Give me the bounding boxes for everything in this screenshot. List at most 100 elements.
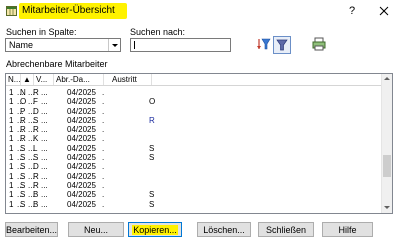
truncation-ellipsis: ... [17, 106, 24, 116]
list-item[interactable]: 1 S D 04/2025.......... [6, 162, 382, 171]
truncation-ellipsis: ... [41, 134, 48, 144]
cell-austritt: S [149, 190, 155, 200]
cell-nr: 1 [9, 115, 14, 125]
list-header: N... ▲ V... Abr.-Da... Austritt [6, 74, 382, 86]
truncation-ellipsis: ... [41, 153, 48, 163]
truncation-ellipsis: . [102, 134, 105, 144]
print-button[interactable] [312, 37, 326, 51]
cell-nr: 1 [9, 97, 14, 107]
truncation-ellipsis: . [102, 88, 105, 97]
search-column-label: Suchen in Spalte: [6, 27, 77, 37]
truncation-ellipsis: ... [41, 162, 48, 172]
truncation-ellipsis: ... [28, 125, 35, 135]
delete-button[interactable]: Löschen... [197, 222, 251, 237]
printer-icon [312, 37, 326, 51]
edit-button[interactable]: Bearbeiten... [5, 222, 58, 237]
truncation-ellipsis: ... [41, 143, 48, 153]
list-item[interactable]: 1 S B 04/2025 S.......... [6, 200, 382, 209]
cell-austritt: S [149, 143, 155, 153]
copy-button[interactable]: Kopieren... [128, 222, 182, 237]
list-item[interactable]: 1 S R 04/2025.......... [6, 172, 382, 181]
cell-abrechnungsdatum: 04/2025 [67, 88, 96, 97]
list-item[interactable]: 1 R S 04/2025 R.......... [6, 116, 382, 125]
truncation-ellipsis: ... [28, 180, 35, 190]
cell-nr: 1 [9, 125, 14, 135]
list-item[interactable]: 1 R K 04/2025.......... [6, 134, 382, 143]
list-caption: Abrechenbare Mitarbeiter [6, 59, 108, 69]
truncation-ellipsis: ... [28, 97, 35, 107]
truncation-ellipsis: . [102, 199, 105, 209]
close-window-button[interactable] [376, 3, 392, 19]
cell-nr: 1 [9, 134, 14, 144]
truncation-ellipsis: ... [28, 153, 35, 163]
cell-abrechnungsdatum: 04/2025 [67, 125, 96, 135]
truncation-ellipsis: ... [41, 199, 48, 209]
help-button[interactable]: Hilfe [322, 222, 373, 237]
column-header-abrechnungsdatum[interactable]: Abr.-Da... [54, 74, 104, 85]
truncation-ellipsis: ... [17, 88, 24, 97]
truncation-ellipsis: ... [17, 115, 24, 125]
table-window-icon [6, 6, 17, 16]
cell-nr: 1 [9, 162, 14, 172]
chevron-down-icon[interactable] [108, 39, 120, 51]
truncation-ellipsis: . [102, 190, 105, 200]
scroll-down-icon[interactable] [382, 203, 392, 213]
truncation-ellipsis: . [102, 180, 105, 190]
truncation-ellipsis: ... [41, 106, 48, 116]
truncation-ellipsis: ... [28, 134, 35, 144]
list-item[interactable]: 1 S B 04/2025 S.......... [6, 190, 382, 199]
list-item[interactable]: 1 P D 04/2025.......... [6, 107, 382, 116]
cell-abrechnungsdatum: 04/2025 [67, 143, 96, 153]
copy-button-label: Kopieren... [132, 225, 178, 235]
truncation-ellipsis: ... [17, 125, 24, 135]
list-item[interactable]: 1 S R 04/2025.......... [6, 181, 382, 190]
cell-abrechnungsdatum: 04/2025 [67, 199, 96, 209]
list-item[interactable]: 1 R R 04/2025.......... [6, 125, 382, 134]
list-item[interactable]: 1 S S 04/2025 S.......... [6, 153, 382, 162]
search-column-select[interactable]: Name [5, 38, 121, 52]
cell-austritt: S [149, 153, 155, 163]
new-button[interactable]: Neu... [68, 222, 124, 237]
sort-ascending-icon[interactable]: ▲ [21, 74, 34, 85]
list-item[interactable]: 1 N R 04/2025.......... [6, 88, 382, 97]
truncation-ellipsis: ... [28, 162, 35, 172]
truncation-ellipsis: . [102, 143, 105, 153]
truncation-ellipsis: ... [28, 143, 35, 153]
truncation-ellipsis: ... [41, 88, 48, 97]
truncation-ellipsis: ... [17, 180, 24, 190]
cell-abrechnungsdatum: 04/2025 [67, 134, 96, 144]
cell-austritt: O [149, 97, 156, 107]
scroll-up-icon[interactable] [382, 74, 392, 84]
cell-nr: 1 [9, 171, 14, 181]
close-button[interactable]: Schließen [258, 222, 314, 237]
sort-filter-button[interactable] [257, 37, 271, 51]
column-header-austritt[interactable]: Austritt [104, 74, 152, 85]
truncation-ellipsis: ... [41, 115, 48, 125]
cell-nr: 1 [9, 199, 14, 209]
truncation-ellipsis: . [102, 125, 105, 135]
help-title-button[interactable]: ? [344, 3, 360, 19]
truncation-ellipsis: ... [17, 134, 24, 144]
list-item[interactable]: 1 O F 04/2025 O.......... [6, 97, 382, 106]
cell-abrechnungsdatum: 04/2025 [67, 153, 96, 163]
truncation-ellipsis: . [102, 153, 105, 163]
cell-nr: 1 [9, 106, 14, 116]
column-header-nr[interactable]: N... [6, 74, 21, 85]
truncation-ellipsis: ... [28, 88, 35, 97]
list-item[interactable]: 1 S L 04/2025 S.......... [6, 144, 382, 153]
cell-austritt: S [149, 199, 155, 209]
truncation-ellipsis: . [102, 162, 105, 172]
cell-abrechnungsdatum: 04/2025 [67, 162, 96, 172]
employee-list[interactable]: N... ▲ V... Abr.-Da... Austritt 1 N R 04/20… [5, 73, 393, 214]
truncation-ellipsis: ... [28, 190, 35, 200]
cell-abrechnungsdatum: 04/2025 [67, 180, 96, 190]
vertical-scrollbar[interactable] [381, 74, 392, 213]
truncation-ellipsis: . [102, 171, 105, 181]
cell-nr: 1 [9, 88, 14, 97]
scrollbar-thumb[interactable] [383, 155, 391, 177]
column-header-vorname[interactable]: V... [34, 74, 54, 85]
filter-button[interactable] [273, 36, 291, 54]
search-input[interactable] [130, 38, 231, 52]
cell-abrechnungsdatum: 04/2025 [67, 115, 96, 125]
truncation-ellipsis: ... [28, 115, 35, 125]
